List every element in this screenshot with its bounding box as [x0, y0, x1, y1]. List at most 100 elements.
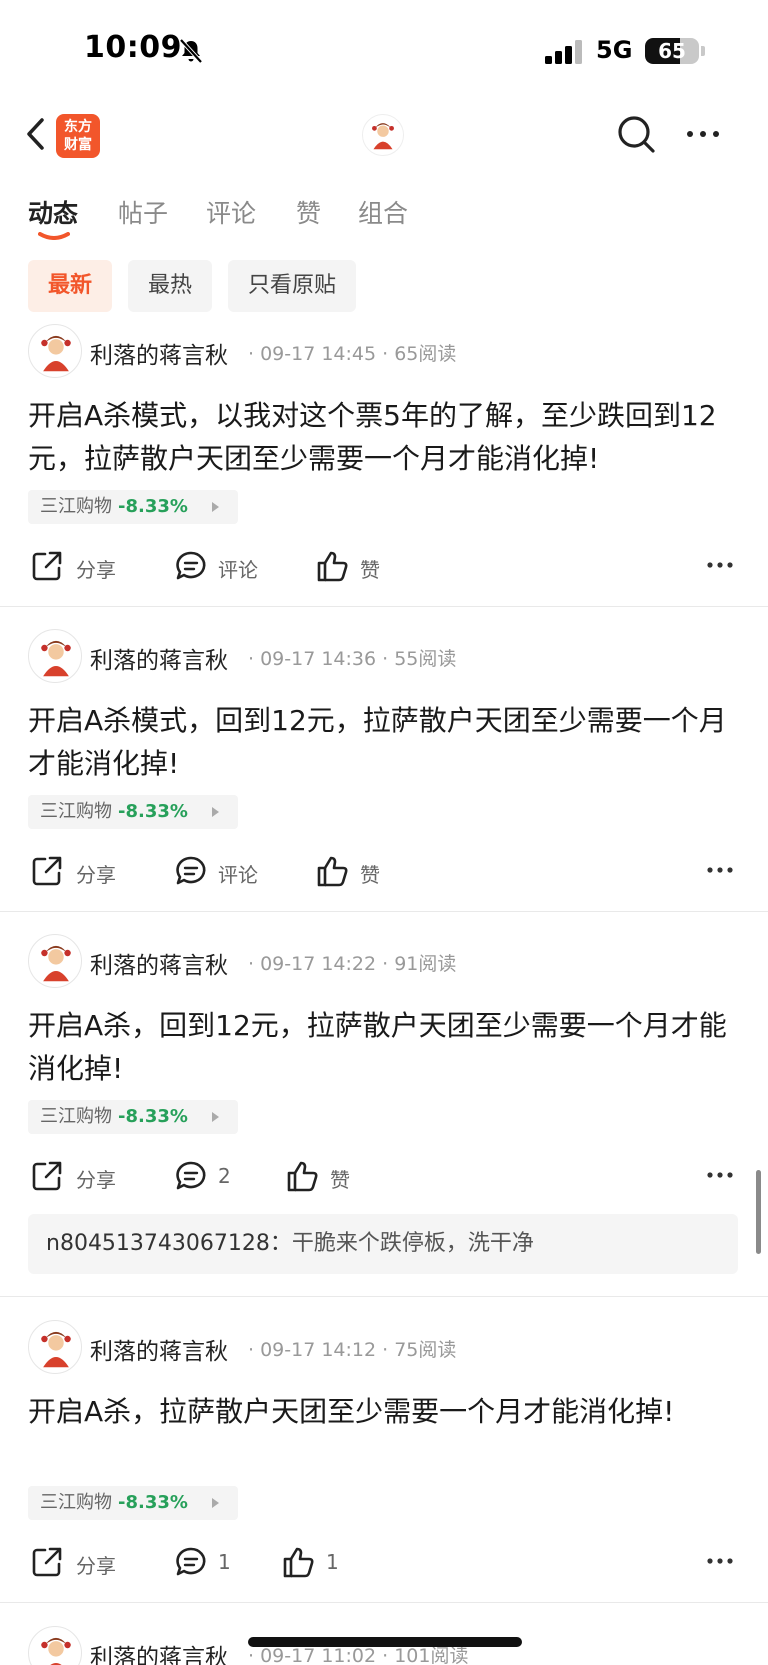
like-count[interactable]: 1: [326, 1550, 339, 1574]
home-indicator[interactable]: [248, 1637, 522, 1647]
battery-level: 65: [658, 39, 686, 63]
back-arrow-icon[interactable]: [22, 114, 52, 154]
comment-preview[interactable]: n804513743067128：干脆来个跌停板，洗干净: [28, 1214, 738, 1274]
avatar-icon: [41, 945, 71, 982]
share-icon[interactable]: [30, 1159, 64, 1193]
stock-name: 三江购物: [40, 1106, 112, 1127]
more-options-icon[interactable]: [684, 122, 722, 146]
share-label[interactable]: 分享: [76, 859, 116, 888]
filter-original-only[interactable]: 只看原贴: [228, 260, 357, 312]
post-divider: [0, 1602, 768, 1603]
stock-change: -8.33%: [118, 1492, 188, 1513]
tab-posts[interactable]: 帖子: [118, 194, 168, 230]
comment-icon[interactable]: [174, 549, 208, 583]
post-more-icon[interactable]: [706, 865, 734, 875]
author-avatar[interactable]: [28, 629, 82, 683]
comment-icon[interactable]: [174, 1545, 208, 1579]
stock-change: -8.33%: [118, 496, 188, 517]
post-item[interactable]: 利落的蒋言秋 · 09-17 14:36 · 55阅读 开启A杀模式，回到12元…: [0, 629, 768, 912]
stock-tag[interactable]: 三江购物 -8.33%: [28, 1486, 238, 1520]
post-text[interactable]: 开启A杀，拉萨散户天团至少需要一个月才能消化掉!: [28, 1390, 688, 1433]
author-name[interactable]: 利落的蒋言秋: [90, 1332, 228, 1366]
share-icon[interactable]: [30, 1545, 64, 1579]
post-actions: 分享 1 1: [0, 1542, 768, 1582]
logo-text-bottom: 财富: [64, 137, 92, 153]
thumbs-up-icon[interactable]: [286, 1159, 320, 1193]
post-item[interactable]: 利落的蒋言秋 · 09-17 14:22 · 91阅读 开启A杀，回到12元，拉…: [0, 934, 768, 1297]
thumbs-up-icon[interactable]: [316, 549, 350, 583]
post-meta: · 09-17 14:45 · 65阅读: [248, 343, 457, 365]
author-name[interactable]: 利落的蒋言秋: [90, 946, 228, 980]
like-label[interactable]: 赞: [330, 1164, 350, 1193]
caret-right-icon: [212, 807, 219, 817]
author-avatar[interactable]: [28, 1320, 82, 1374]
author-name[interactable]: 利落的蒋言秋: [90, 1638, 228, 1665]
post-meta: · 09-17 14:22 · 91阅读: [248, 953, 457, 975]
stock-change: -8.33%: [118, 801, 188, 822]
tab-portfolio[interactable]: 组合: [358, 194, 408, 230]
post-more-icon[interactable]: [706, 1170, 734, 1180]
avatar-icon: [41, 1331, 71, 1368]
tab-likes[interactable]: 赞: [296, 194, 321, 230]
post-text[interactable]: 开启A杀模式，回到12元，拉萨散户天团至少需要一个月才能消化掉!: [28, 699, 740, 785]
filter-latest[interactable]: 最新: [28, 260, 113, 312]
share-label[interactable]: 分享: [76, 1164, 116, 1193]
user-avatar-icon[interactable]: [362, 114, 404, 156]
status-time: 10:09: [84, 30, 182, 65]
author-avatar[interactable]: [28, 324, 82, 378]
caret-right-icon: [212, 502, 219, 512]
tab-comments[interactable]: 评论: [206, 194, 256, 230]
author-avatar[interactable]: [28, 934, 82, 988]
like-label[interactable]: 赞: [360, 859, 380, 888]
stock-tag[interactable]: 三江购物 -8.33%: [28, 1100, 238, 1134]
stock-tag[interactable]: 三江购物 -8.33%: [28, 795, 238, 829]
active-tab-indicator: [38, 232, 70, 240]
comment-text: 干脆来个跌停板，洗干净: [291, 1231, 534, 1256]
stock-change: -8.33%: [118, 1106, 188, 1127]
like-label[interactable]: 赞: [360, 554, 380, 583]
comment-icon[interactable]: [174, 854, 208, 888]
caret-right-icon: [212, 1112, 219, 1122]
cellular-signal-icon: [545, 40, 582, 64]
post-more-icon[interactable]: [706, 1556, 734, 1566]
post-divider: [0, 1296, 768, 1297]
filter-hottest[interactable]: 最热: [128, 260, 213, 312]
post-item[interactable]: 利落的蒋言秋 · 09-17 14:45 · 65阅读 开启A杀模式，以我对这个…: [0, 324, 768, 607]
comment-count[interactable]: 2: [218, 1164, 231, 1188]
battery-icon: 65: [645, 38, 699, 64]
avatar-icon: [41, 335, 71, 372]
post-text[interactable]: 开启A杀模式，以我对这个票5年的了解，至少跌回到12元，拉萨散户天团至少需要一个…: [28, 394, 740, 480]
tab-dynamic[interactable]: 动态: [28, 194, 78, 230]
stock-name: 三江购物: [40, 1492, 112, 1513]
scrollbar[interactable]: [756, 1170, 761, 1254]
post-actions: 分享 2 赞: [0, 1156, 768, 1196]
stock-tag[interactable]: 三江购物 -8.33%: [28, 490, 238, 524]
post-more-icon[interactable]: [706, 560, 734, 570]
comment-icon[interactable]: [174, 1159, 208, 1193]
share-label[interactable]: 分享: [76, 1550, 116, 1579]
share-icon[interactable]: [30, 549, 64, 583]
comment-count[interactable]: 1: [218, 1550, 231, 1574]
nav-bar: 东方 财富: [0, 100, 768, 172]
status-bar: 10:09 5G 65: [0, 0, 768, 100]
thumbs-up-icon[interactable]: [282, 1545, 316, 1579]
eastmoney-logo[interactable]: 东方 财富: [56, 114, 100, 158]
post-meta: · 09-17 14:36 · 55阅读: [248, 648, 457, 670]
author-name[interactable]: 利落的蒋言秋: [90, 641, 228, 675]
search-icon[interactable]: [614, 112, 658, 156]
profile-tabs: 动态 帖子 评论 赞 组合: [0, 186, 768, 242]
post-text[interactable]: 开启A杀，回到12元，拉萨散户天团至少需要一个月才能消化掉!: [28, 1004, 740, 1090]
author-name[interactable]: 利落的蒋言秋: [90, 336, 228, 370]
comment-user[interactable]: n804513743067128：: [46, 1231, 292, 1256]
post-item[interactable]: 利落的蒋言秋 · 09-17 14:12 · 75阅读 开启A杀，拉萨散户天团至…: [0, 1320, 768, 1603]
thumbs-up-icon[interactable]: [316, 854, 350, 888]
stock-name: 三江购物: [40, 801, 112, 822]
stock-name: 三江购物: [40, 496, 112, 517]
share-label[interactable]: 分享: [76, 554, 116, 583]
share-icon[interactable]: [30, 854, 64, 888]
author-avatar[interactable]: [28, 1626, 82, 1665]
post-actions: 分享 评论 赞: [0, 851, 768, 891]
comment-label[interactable]: 评论: [218, 554, 258, 583]
comment-label[interactable]: 评论: [218, 859, 258, 888]
post-divider: [0, 911, 768, 912]
